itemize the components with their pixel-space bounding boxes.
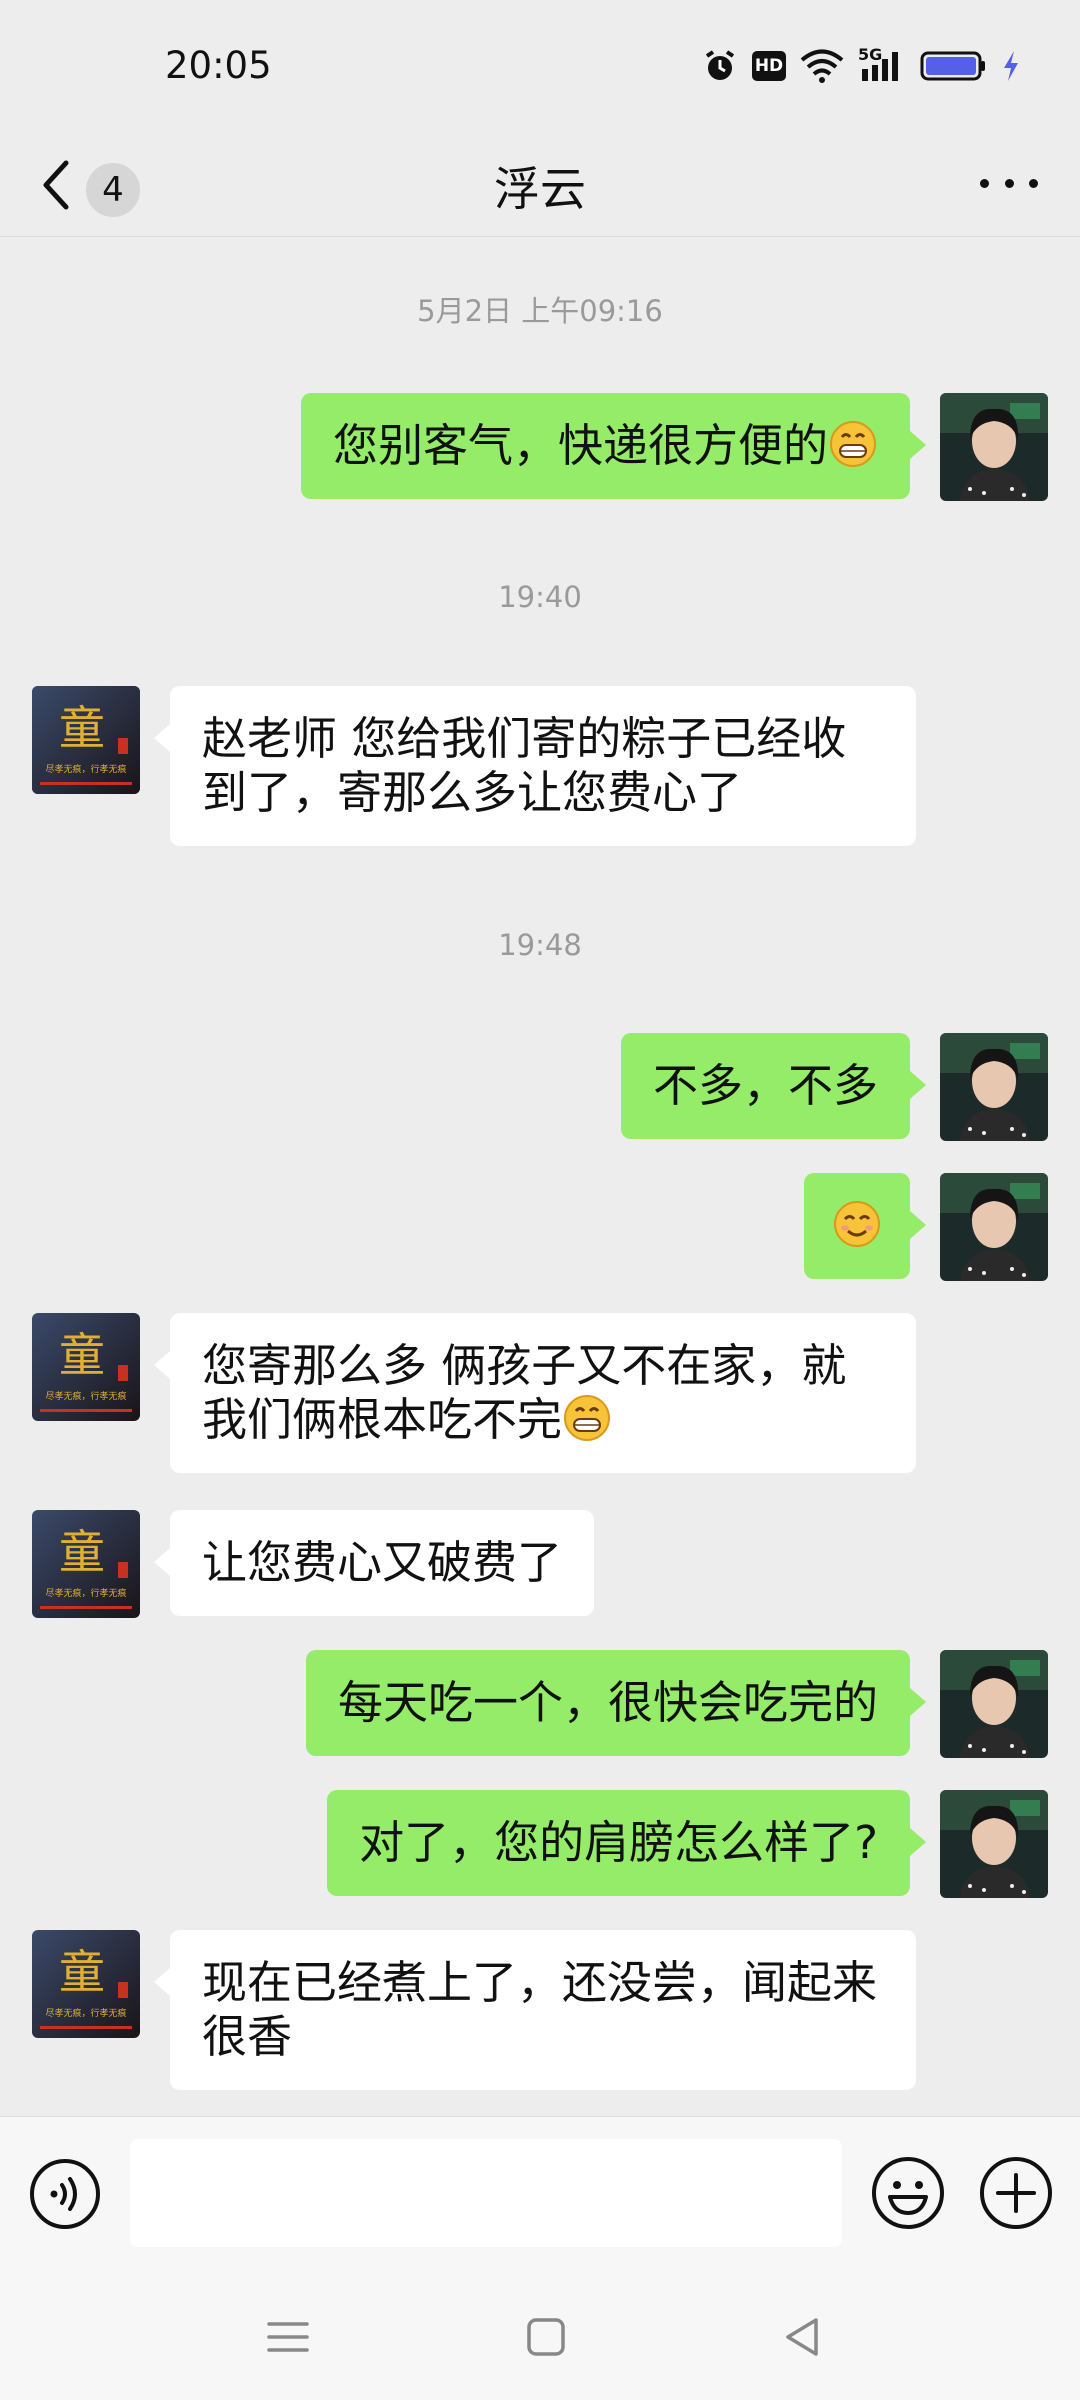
charging-icon	[1004, 51, 1018, 81]
my-message-bubble[interactable]: 对了，您的肩膀怎么样了?	[327, 1790, 926, 1896]
battery-icon	[920, 51, 985, 81]
message-list[interactable]: 5月2日 上午09:16 您别客气，快递很方便的 19:40 童 尽孝无痕，行孝…	[0, 238, 1080, 2116]
my-avatar[interactable]	[940, 1033, 1048, 1141]
back-nav-icon[interactable]	[778, 2312, 828, 2362]
contact-message-bubble[interactable]: 让您费心又破费了	[153, 1510, 595, 1616]
avatar-glyph: 童	[59, 1525, 105, 1579]
avatar-caption: 尽孝无痕，行孝无痕	[45, 1587, 126, 1599]
status-icons: HD 5G	[702, 45, 1020, 84]
message-input[interactable]	[130, 2139, 842, 2247]
message-text-line: 到了，寄那么多让您费心了	[202, 766, 743, 819]
contact-message-bubble[interactable]: 赵老师 您给我们寄的粽子已经收 到了，寄那么多让您费心了	[154, 686, 916, 846]
avatar-glyph: 童	[59, 1328, 105, 1382]
more-dot-icon	[1004, 178, 1014, 188]
more-options-button[interactable]	[974, 153, 1044, 213]
voice-input-icon[interactable]	[28, 2157, 102, 2231]
chat-input-bar	[0, 2116, 1080, 2274]
my-message-bubble[interactable]: 每天吃一个，很快会吃完的	[305, 1650, 927, 1756]
grin-emoji-icon	[830, 421, 876, 467]
contact-message-bubble[interactable]: 您寄那么多 俩孩子又不在家，就 我们俩根本吃不完	[154, 1313, 916, 1473]
my-avatar[interactable]	[940, 1173, 1048, 1281]
message-text-line: 赵老师 您给我们寄的粽子已经收	[202, 712, 847, 765]
chat-screen: 20:05 HD 5G 4 浮云 5月2日 上午09:16 您别客气，快递很方便…	[0, 0, 1080, 2400]
avatar-caption: 尽孝无痕，行孝无痕	[45, 2007, 126, 2019]
my-avatar[interactable]	[940, 393, 1048, 501]
add-attachment-icon[interactable]	[978, 2155, 1054, 2231]
message-text: 让您费心又破费了	[202, 1536, 563, 1589]
contact-avatar[interactable]: 童 尽孝无痕，行孝无痕	[32, 686, 140, 794]
home-icon[interactable]	[521, 2312, 571, 2362]
message-timestamp: 5月2日 上午09:16	[417, 294, 663, 328]
menu-icon[interactable]	[263, 2312, 313, 2362]
my-avatar[interactable]	[940, 1650, 1048, 1758]
my-message-bubble[interactable]: 您别客气，快递很方便的	[300, 393, 927, 499]
grin-emoji-icon	[564, 1395, 611, 1441]
contact-message-bubble[interactable]: 现在已经煮上了，还没尝，闻起来 很香	[154, 1930, 916, 2090]
wifi-icon	[800, 49, 844, 83]
smile-emoji-icon	[834, 1201, 880, 1247]
status-time: 20:05	[165, 44, 272, 87]
avatar-caption: 尽孝无痕，行孝无痕	[45, 1390, 126, 1402]
my-message-bubble[interactable]: 不多，不多	[620, 1033, 927, 1139]
hd-icon: HD	[752, 51, 786, 81]
chat-header: 4 浮云	[0, 135, 1080, 237]
alarm-icon	[705, 50, 735, 80]
contact-avatar[interactable]: 童 尽孝无痕，行孝无痕	[32, 1510, 140, 1618]
avatar-glyph: 童	[59, 1945, 105, 1999]
message-text-line: 您寄那么多 俩孩子又不在家，就	[202, 1339, 847, 1392]
message-timestamp: 19:40	[498, 580, 582, 614]
my-message-bubble[interactable]	[804, 1173, 926, 1279]
avatar-glyph: 童	[59, 701, 105, 755]
system-navigation-bar	[0, 2274, 1080, 2400]
message-text: 您别客气，快递很方便的	[332, 419, 828, 472]
more-dot-icon	[980, 178, 989, 188]
message-text-line: 很香	[202, 2010, 293, 2063]
status-bar: 20:05 HD 5G	[0, 0, 1080, 135]
message-text-line: 现在已经煮上了，还没尝，闻起来	[202, 1956, 878, 2009]
message-timestamp: 19:48	[498, 928, 582, 962]
avatar-caption: 尽孝无痕，行孝无痕	[45, 763, 126, 775]
my-avatar[interactable]	[940, 1790, 1048, 1898]
message-text: 每天吃一个，很快会吃完的	[337, 1676, 878, 1729]
emoji-picker-icon[interactable]	[870, 2155, 946, 2231]
more-dot-icon	[1029, 178, 1038, 188]
message-text: 不多，不多	[652, 1059, 878, 1112]
contact-avatar[interactable]: 童 尽孝无痕，行孝无痕	[32, 1313, 140, 1421]
chat-title: 浮云	[494, 162, 586, 216]
5g-signal-icon: 5G	[858, 45, 906, 83]
message-text: 对了，您的肩膀怎么样了?	[359, 1816, 878, 1869]
message-text-line: 我们俩根本吃不完	[202, 1393, 563, 1446]
contact-avatar[interactable]: 童 尽孝无痕，行孝无痕	[32, 1930, 140, 2038]
